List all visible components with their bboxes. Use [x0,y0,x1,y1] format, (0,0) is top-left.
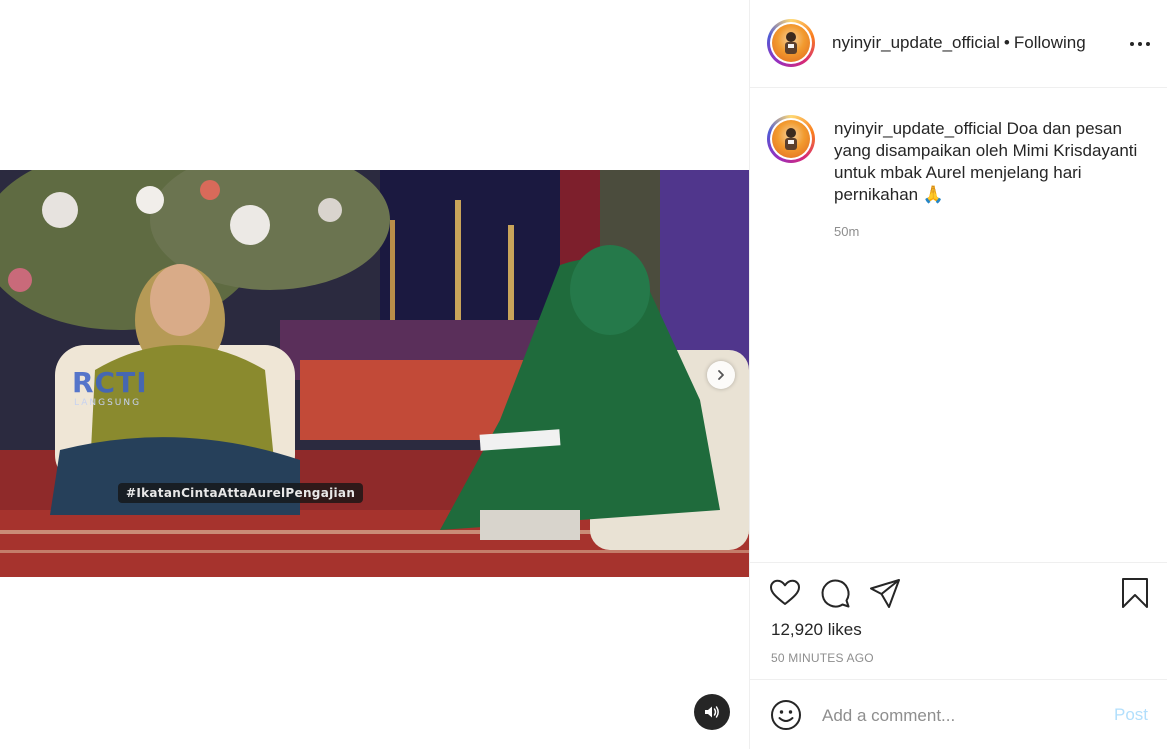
more-horizontal-icon[interactable] [1128,36,1152,52]
avatar-image [772,120,810,158]
heart-icon[interactable] [768,576,802,610]
caption-timestamp: 50m [834,224,860,239]
chevron-right-icon [718,370,724,380]
divider [750,679,1167,680]
send-icon[interactable] [868,576,902,610]
channel-logo: RCTI [72,366,148,399]
next-media-button[interactable] [707,361,735,389]
comment-icon[interactable] [818,576,852,610]
post-age: 50 MINUTES AGO [771,651,874,665]
video-hashtag-overlay: #IkatanCintaAttaAurelPengajian [118,483,364,503]
author-username-link[interactable]: nyinyir_update_official [832,33,1000,52]
author-avatar[interactable] [767,19,815,67]
comment-input[interactable] [820,703,1104,729]
media-area: RCTI LANGSUNG #IkatanCintaAttaAurelPenga… [0,0,749,749]
following-button[interactable]: Following [1014,33,1086,52]
header-user-line: nyinyir_update_official • Following [832,33,1086,53]
post-caption: nyinyir_update_official Doa dan pesan ya… [834,118,1144,206]
separator-dot: • [1003,33,1010,52]
post-comment-button[interactable]: Post [1114,705,1148,725]
likes-count[interactable]: 12,920 likes [771,620,862,640]
sound-toggle-button[interactable] [694,694,730,730]
bookmark-icon[interactable] [1118,576,1152,610]
speaker-icon [705,706,719,718]
avatar-image [772,24,810,62]
caption-username-link[interactable]: nyinyir_update_official [834,119,1002,138]
channel-live-label: LANGSUNG [74,398,142,408]
post-header: nyinyir_update_official • Following [750,0,1167,88]
caption-author-avatar[interactable] [767,115,815,163]
smiley-icon[interactable] [770,699,802,731]
post-side-panel: nyinyir_update_official • Following nyinyi… [749,0,1167,749]
divider [750,562,1167,563]
video-player[interactable]: RCTI LANGSUNG [0,170,749,577]
